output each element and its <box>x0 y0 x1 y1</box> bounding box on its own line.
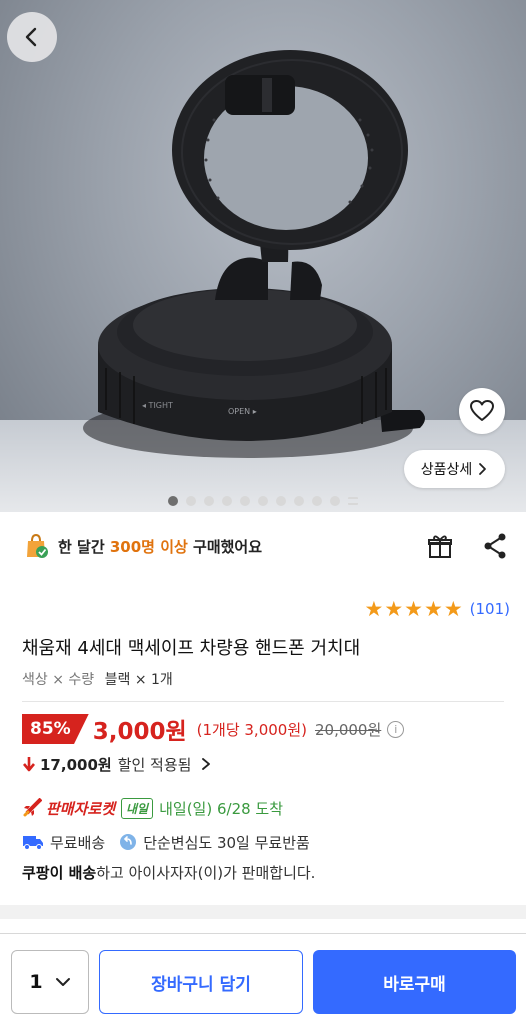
saving-text: 할인 적용됨 <box>117 755 192 774</box>
free-shipping-text: 무료배송 <box>50 833 106 852</box>
carousel-indicator <box>0 496 526 506</box>
carousel-dot <box>168 496 178 506</box>
carousel-dot <box>330 496 340 506</box>
chevron-right-icon <box>479 463 487 475</box>
carousel-dot <box>240 496 250 506</box>
carousel-dot <box>222 496 232 506</box>
star-icon: ★ <box>364 597 384 621</box>
product-detail-label: 상품상세 <box>420 462 473 478</box>
product-image-carousel[interactable]: ◂ TIGHT OPEN ▸ 상품상세 <box>0 0 526 512</box>
shopping-bag-icon <box>27 533 48 558</box>
star-icon: ★ <box>404 597 423 621</box>
add-to-cart-button[interactable]: 장바구니 담기 <box>99 950 303 1014</box>
section-divider <box>0 905 526 919</box>
chevron-left-icon <box>25 27 37 47</box>
carousel-dot <box>312 496 322 506</box>
product-title: 채움재 4세대 맥세이프 차량용 핸드폰 거치대 <box>22 638 361 659</box>
option-summary: 색상 × 수량 블랙 × 1개 <box>22 669 173 689</box>
original-price: 20,000원 <box>314 720 382 739</box>
carousel-more-icon <box>348 497 358 505</box>
star-rating: ★ ★ ★ ★ ★ <box>365 598 463 620</box>
arrow-down-icon <box>23 757 35 772</box>
carousel-dot <box>258 496 268 506</box>
rocket-label: 판매자로켓 <box>46 799 116 818</box>
rocket-icon <box>23 798 42 817</box>
quantity-value: 1 <box>29 971 43 993</box>
star-icon: ★ <box>443 597 463 621</box>
dial-left-text: ◂ TIGHT <box>142 401 173 410</box>
carousel-dot <box>276 496 286 506</box>
seller-rest: 하고 아이사자자(이)가 판매합니다. <box>96 864 316 882</box>
purchase-count-highlight: 300명 이상 <box>109 537 188 556</box>
unit-price: (1개당 3,000원) <box>196 720 307 739</box>
wishlist-button[interactable] <box>459 388 505 434</box>
discount-badge: 85% <box>22 714 89 744</box>
sale-price: 3,000원 <box>92 719 187 745</box>
carousel-dot <box>294 496 304 506</box>
chevron-right-icon <box>202 758 211 770</box>
seller-bold: 쿠팡이 배송 <box>22 864 97 882</box>
divider <box>22 701 504 702</box>
purchase-count-text: 한 달간 300명 이상 구매했어요 <box>58 536 262 557</box>
carousel-dot <box>186 496 196 506</box>
arrival-date: 내일(일) 6/28 도착 <box>159 799 284 818</box>
shipping-info-row: 무료배송 단순변심도 30일 무료반품 <box>22 830 310 854</box>
purchase-bar: 1 장바구니 담기 바로구매 <box>0 933 526 1024</box>
gift-icon[interactable] <box>426 532 454 560</box>
free-return-text: 단순변심도 30일 무료반품 <box>143 833 310 852</box>
product-detail-button[interactable]: 상품상세 <box>404 450 505 488</box>
dial-right-text: OPEN ▸ <box>228 407 257 416</box>
carousel-dot <box>204 496 214 506</box>
info-icon[interactable]: i <box>387 720 405 738</box>
saving-amount: 17,000원 <box>40 755 112 774</box>
truck-icon <box>23 836 43 850</box>
chevron-down-icon <box>55 978 70 986</box>
share-icon[interactable] <box>482 532 508 560</box>
discount-applied-row[interactable]: 17,000원 할인 적용됨 <box>22 752 211 776</box>
purchase-count-prefix: 한 달간 <box>58 537 105 556</box>
review-count[interactable]: (101) <box>470 600 510 618</box>
option-value: 블랙 × 1개 <box>104 672 173 688</box>
return-icon <box>120 834 137 850</box>
back-button[interactable] <box>7 12 57 62</box>
tomorrow-badge: 내일 <box>121 797 154 819</box>
quantity-select[interactable]: 1 <box>11 950 89 1014</box>
phone-holder-image: ◂ TIGHT OPEN ▸ <box>83 50 425 458</box>
purchase-count-row: 한 달간 300명 이상 구매했어요 <box>22 530 508 562</box>
seller-info: 쿠팡이 배송하고 아이사자자(이)가 판매합니다. <box>22 862 315 883</box>
heart-icon <box>470 400 494 421</box>
rating[interactable]: ★ ★ ★ ★ ★ (101) <box>365 598 510 620</box>
option-label: 색상 × 수량 <box>22 672 95 688</box>
rocket-delivery-row: 판매자로켓 내일 내일(일) 6/28 도착 <box>22 795 283 821</box>
star-icon: ★ <box>384 597 404 621</box>
star-icon: ★ <box>424 597 443 621</box>
purchase-count-suffix: 구매했어요 <box>193 537 263 556</box>
buy-now-button[interactable]: 바로구매 <box>313 950 516 1014</box>
price-row: 85% 3,000원 (1개당 3,000원) 20,000원 i <box>22 712 405 746</box>
